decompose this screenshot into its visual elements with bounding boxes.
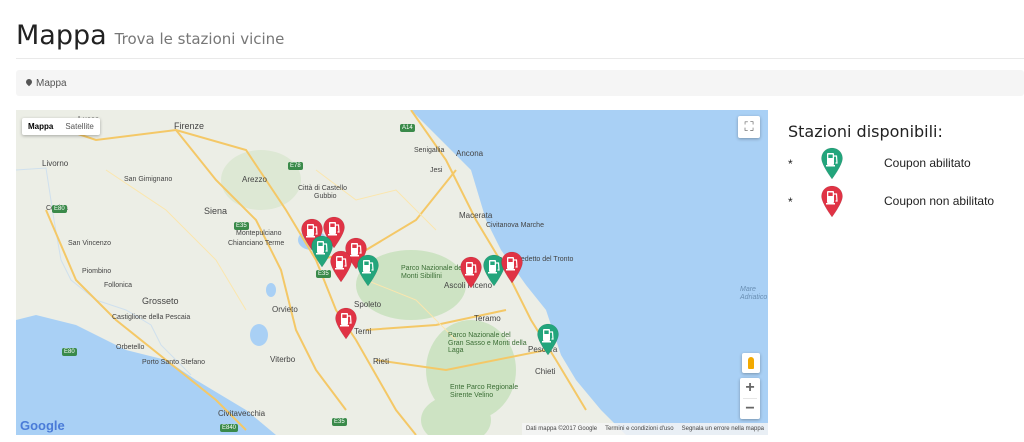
map-place-label: Ancona [456,149,484,158]
map-place-label: Ente Parco Regionale Sirente Velino [450,384,519,399]
map-place-label: Castiglione della Pescaia [112,314,191,321]
map-place-label: Chianciano Terme [228,240,285,247]
road-shield: E78 [288,162,303,170]
page-subtitle: Trova le stazioni vicine [114,30,285,48]
map-place-label: Parco Nazionale del Gran Sasso e Monti d… [448,332,527,355]
map-marker-icon [24,77,34,87]
map-place-label: Teramo [474,314,501,323]
google-logo[interactable]: Google [20,418,65,433]
station-marker-coupon-disabled[interactable] [334,307,358,340]
zoom-control: + − [740,378,760,419]
attribution-terms-link[interactable]: Termini e condizioni d'uso [605,426,674,432]
map-place-label: Orvieto [272,305,298,314]
map-place-label: Montepulciano [236,230,282,237]
legend-bullet: * [788,157,793,171]
page-header: Mappa Trova le stazioni vicine [16,20,284,58]
station-marker-coupon-disabled[interactable] [329,250,353,283]
map-place-label: Grosseto [142,296,179,306]
breadcrumb: Mappa [16,70,1024,96]
map-place-label: Spoleto [354,300,382,309]
map-container[interactable]: LuccaFirenzeLivornoSan GimignanoArezzoCe… [16,110,768,435]
station-marker-coupon-disabled[interactable] [500,251,524,284]
map-place-label: Jesi [430,167,443,174]
legend-bullet: * [788,195,793,209]
fuel-pump-marker-icon [821,185,843,218]
road-shield: E35 [332,418,347,426]
road-shield: E80 [62,348,77,356]
map-place-label: Follonica [104,282,133,289]
station-marker-coupon-disabled[interactable] [459,256,483,289]
map-base [16,110,626,435]
map-attribution: Dati mappa ©2017 Google Termini e condiz… [521,423,768,435]
street-view-pegman-icon[interactable] [742,353,760,373]
header-divider [16,58,1024,59]
station-marker-coupon-enabled[interactable] [536,323,560,356]
map-place-label: Viterbo [270,355,296,364]
map-place-label: Mare Adriatico [740,286,768,301]
map-place-label: Firenze [174,121,205,131]
map-type-control: Mappa Satellite [22,118,100,135]
map-place-label: Chieti [535,367,556,376]
map-place-label: Civitanova Marche [486,222,544,229]
map-place-label: San Gimignano [124,176,173,183]
legend-panel: Stazioni disponibili: * Coupon abilitato… [788,122,1018,229]
map-place-label: Porto Santo Stefano [142,359,206,366]
zoom-out-button[interactable]: − [740,399,760,419]
map-place-label: Città di Castello [298,185,348,192]
legend-item: * Coupon non abilitato [788,185,1018,229]
attribution-report-link[interactable]: Segnala un errore nella mappa [682,426,764,432]
map-place-label: Orbetello [116,344,145,351]
legend-title: Stazioni disponibili: [788,122,943,141]
map-type-satellite-button[interactable]: Satellite [59,118,99,135]
map-place-label: Arezzo [242,175,267,184]
road-shield: E80 [52,205,67,213]
station-marker-coupon-enabled[interactable] [356,254,380,287]
fullscreen-icon[interactable]: ⛶ [738,116,760,138]
map-type-mappa-button[interactable]: Mappa [22,118,59,135]
legend-label: Coupon abilitato [884,156,971,170]
fuel-pump-marker-icon [821,147,843,180]
zoom-in-button[interactable]: + [740,378,760,398]
road-shield: E35 [234,222,249,230]
map-place-label: Senigallia [414,147,445,154]
breadcrumb-item-mappa[interactable]: Mappa [36,78,67,89]
legend-label: Coupon non abilitato [884,194,995,208]
map-place-label: Siena [204,206,228,216]
map-place-label: San Vincenzo [68,240,112,247]
attribution-data: Dati mappa ©2017 Google [525,426,598,432]
road-shield: E840 [220,424,239,432]
map-place-label: Piombino [82,268,112,275]
map-place-label: Livorno [42,159,69,168]
page-title: Mappa [16,20,107,51]
map-place-label: Rieti [373,357,390,366]
map-place-label: Civitavecchia [218,409,266,418]
map-place-label: Macerata [459,211,493,220]
map-place-label: Gubbio [314,193,337,200]
road-shield: A14 [400,124,415,132]
